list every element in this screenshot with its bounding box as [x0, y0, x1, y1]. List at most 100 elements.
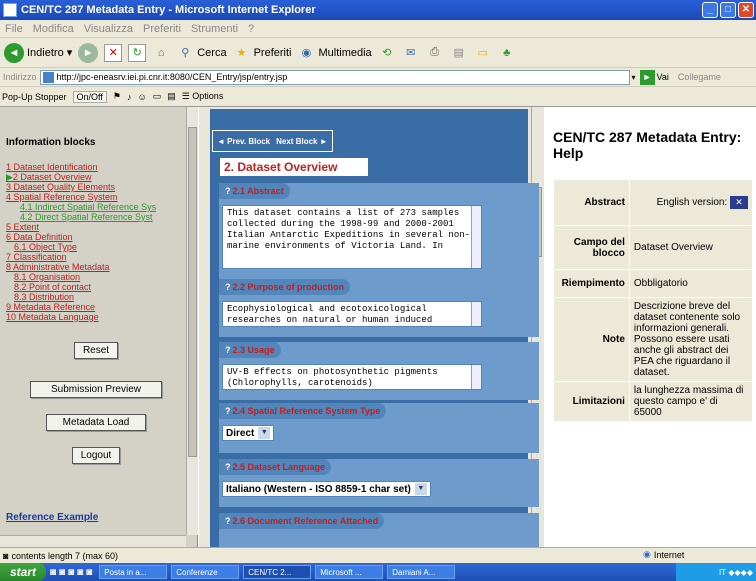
nav-link-object-type[interactable]: 6.1 Object Type — [6, 242, 186, 252]
maximize-button[interactable]: □ — [720, 2, 736, 18]
nav-link-direct-spatial[interactable]: 4.2 Direct Spatial Reference Syst — [6, 212, 186, 222]
media-icon: ◉ — [301, 47, 312, 59]
nav-link-distribution[interactable]: 8.3 Distribution — [6, 292, 186, 302]
edit-icon[interactable]: ▤ — [450, 44, 468, 62]
messenger-icon[interactable]: ♣ — [498, 44, 516, 62]
help-row: Campo del blocco Dataset Overview — [553, 225, 754, 270]
help-question-icon[interactable]: ? — [225, 186, 231, 196]
nav-link-point-of-contact[interactable]: 8.2 Point of contact — [6, 282, 186, 292]
task-damiani[interactable]: Damiani A... — [387, 565, 456, 579]
usage-scrollbar[interactable] — [471, 365, 481, 389]
back-button[interactable]: ◄ Indietro ▾ — [4, 42, 72, 63]
help-value: la lunghezza massima di questo campo e' … — [628, 381, 754, 422]
security-zone: ◉ Internet — [643, 549, 685, 560]
menu-modifica[interactable]: Modifica — [28, 23, 79, 35]
favorites-button[interactable]: ★ Preferiti — [233, 44, 292, 62]
folder-icon[interactable]: ▭ — [474, 44, 492, 62]
help-question-icon[interactable]: ? — [225, 406, 231, 416]
help-question-icon[interactable]: ? — [225, 345, 231, 355]
menu-help[interactable]: ? — [243, 23, 259, 35]
help-question-icon[interactable]: ? — [225, 462, 231, 472]
nav-link-dataset-overview[interactable]: ▶2 Dataset Overview — [6, 172, 186, 182]
print-icon[interactable]: ⎙ — [426, 44, 444, 62]
menubar: File Modifica Visualizza Preferiti Strum… — [0, 20, 756, 38]
english-flag-icon[interactable]: ✕ — [730, 196, 748, 209]
purpose-scrollbar[interactable] — [471, 302, 481, 326]
address-label: Indirizzo — [3, 72, 37, 82]
home-icon[interactable]: ⌂ — [152, 44, 170, 62]
nav-link-dataset-quality[interactable]: 3 Dataset Quality Elements — [6, 182, 186, 192]
forward-button[interactable]: ► — [78, 42, 99, 63]
left-vertical-scrollbar[interactable] — [186, 107, 198, 535]
dataset-language-label: ? 2.5 Dataset Language — [219, 459, 332, 475]
help-question-icon[interactable]: ? — [225, 282, 231, 292]
quicklaunch-icons[interactable]: ◙◙◙◙◙ — [50, 567, 95, 578]
help-key: Abstract — [553, 179, 630, 226]
nav-link-administrative[interactable]: 8 Administrative Metadata — [6, 262, 186, 272]
nav-link-extent[interactable]: 5 Extent — [6, 222, 186, 232]
menu-strumenti[interactable]: Strumenti — [186, 23, 243, 35]
help-key: Limitazioni — [553, 381, 630, 422]
close-button[interactable]: ✕ — [738, 2, 754, 18]
popup-note-icon[interactable]: ♪ — [127, 92, 132, 102]
logout-button[interactable]: Logout — [71, 447, 121, 464]
menu-file[interactable]: File — [0, 23, 28, 35]
reset-button[interactable]: Reset — [73, 342, 119, 359]
left-scroll-thumb[interactable] — [188, 127, 197, 457]
usage-label: ? 2.3 Usage — [219, 342, 281, 358]
nav-link-organisation[interactable]: 8.1 Organisation — [6, 272, 186, 282]
stop-icon[interactable]: ✕ — [104, 43, 123, 62]
reference-example-link[interactable]: Reference Example — [6, 512, 98, 523]
media-button[interactable]: ◉ Multimedia — [297, 44, 372, 62]
popup-flag-icon[interactable]: ⚑ — [113, 91, 121, 102]
help-question-icon[interactable]: ? — [225, 516, 231, 526]
nav-link-indirect-spatial[interactable]: 4.1 Indirect Spatial Reference Sys — [6, 202, 186, 212]
go-button[interactable]: ► Vai — [639, 69, 669, 85]
dataset-language-select[interactable]: Italiano (Western - ISO 8859-1 char set)… — [222, 481, 431, 497]
links-label[interactable]: Collegame — [675, 72, 724, 82]
status-bar: ◙ contents length 7 (max 60) ◉ Internet — [0, 547, 756, 563]
popup-window-icon[interactable]: ▭ — [153, 91, 162, 102]
abstract-scrollbar[interactable] — [471, 206, 481, 268]
submission-preview-button[interactable]: Submission Preview — [29, 381, 163, 398]
start-button[interactable]: start — [0, 563, 47, 581]
address-input[interactable]: http://jpc-eneasrv.iei.pi.cnr.it:8080/CE… — [39, 69, 630, 85]
document-reference-section: ? 2.6 Document Reference Attached — [219, 513, 539, 547]
popup-onoff-button[interactable]: On/Off — [72, 90, 107, 103]
search-icon: ⚲ — [181, 47, 190, 59]
purpose-section: ? 2.2 Purpose of production Ecophysiologi… — [219, 279, 539, 337]
abstract-textarea[interactable]: This dataset contains a list of 273 samp… — [222, 205, 482, 269]
nav-link-dataset-identification[interactable]: 1 Dataset Identification — [6, 162, 186, 172]
system-tray: IT ◆◆◆◆ — [676, 563, 756, 581]
prev-block-button[interactable]: ◄ Prev. Block — [217, 137, 270, 146]
popup-pages-icon[interactable]: ▤ — [167, 91, 176, 102]
mail-icon[interactable]: ✉ — [402, 44, 420, 62]
nav-link-spatial-reference[interactable]: 4 Spatial Reference System — [6, 192, 186, 202]
task-conferenze[interactable]: Conferenze — [171, 565, 240, 579]
nav-link-metadata-reference[interactable]: 9 Metadata Reference — [6, 302, 186, 312]
task-microsoft[interactable]: Microsoft ... — [315, 565, 384, 579]
task-posta[interactable]: Posta in a... — [99, 565, 168, 579]
address-dropdown[interactable]: ▾ — [632, 73, 636, 82]
refresh-icon[interactable]: ↻ — [128, 43, 147, 62]
menu-visualizza[interactable]: Visualizza — [79, 23, 138, 35]
status-page-icon: ◙ — [3, 550, 9, 561]
task-cen-tc[interactable]: CEN/TC 2... — [243, 565, 312, 579]
popup-options-button[interactable]: ☰ Options — [182, 91, 224, 102]
minimize-button[interactable]: _ — [702, 2, 718, 18]
left-horizontal-scrollbar[interactable] — [0, 535, 186, 547]
nav-link-metadata-language[interactable]: 10 Metadata Language — [6, 312, 186, 322]
help-value: Dataset Overview — [628, 225, 754, 270]
nav-link-data-definition[interactable]: 6 Data Definition — [6, 232, 186, 242]
history-icon[interactable]: ⟲ — [378, 44, 396, 62]
window-title: CEN/TC 287 Metadata Entry - Microsoft In… — [21, 4, 316, 16]
purpose-textarea[interactable]: Ecophysiological and ecotoxicological re… — [222, 301, 482, 327]
search-button[interactable]: ⚲ Cerca — [176, 44, 226, 62]
nav-link-classification[interactable]: 7 Classification — [6, 252, 186, 262]
metadata-load-button[interactable]: Metadata Load — [45, 414, 147, 431]
usage-textarea[interactable]: UV-B effects on photosynthetic pigments … — [222, 364, 482, 390]
help-row: Riempimento Obbligatorio — [553, 269, 754, 298]
menu-preferiti[interactable]: Preferiti — [138, 23, 186, 35]
spatial-type-select[interactable]: Direct ▼ — [222, 425, 275, 441]
next-block-button[interactable]: Next Block ► — [276, 137, 328, 146]
